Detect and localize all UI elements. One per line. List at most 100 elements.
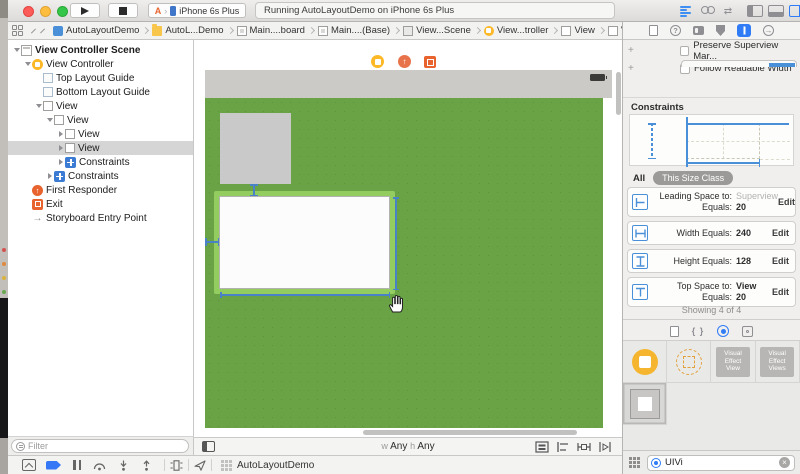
identity-inspector-tab[interactable] — [693, 26, 704, 35]
version-editor-button[interactable]: ⇄ — [718, 4, 737, 18]
canvas-vertical-scrollbar[interactable] — [616, 72, 621, 115]
outline-row[interactable]: Bottom Layout Guide — [8, 85, 193, 99]
stop-button[interactable] — [108, 3, 138, 18]
object-library-tab[interactable] — [717, 325, 729, 337]
constraint-vertical-spacing-marker[interactable] — [253, 184, 255, 196]
edit-button[interactable]: Edit — [772, 228, 789, 238]
pin-button[interactable] — [577, 441, 591, 453]
breadcrumb-item[interactable]: AutoLayoutDemo — [53, 25, 139, 36]
constraint-card[interactable]: Top Space to:ViewEquals:20Edit — [627, 277, 796, 307]
disclosure-closed-icon[interactable] — [56, 159, 65, 165]
hide-debug-area-button[interactable] — [22, 459, 36, 471]
selected-white-view[interactable] — [219, 196, 390, 289]
breadcrumb-item[interactable]: Main....(Base) — [318, 25, 390, 36]
media-library-tab[interactable] — [742, 326, 753, 337]
constraint-card[interactable]: Width Equals:240Edit — [627, 221, 796, 245]
scene-dock-view-controller-icon[interactable] — [371, 55, 384, 68]
constraint-card[interactable]: Height Equals:128Edit — [627, 249, 796, 273]
attributes-inspector-tab[interactable] — [716, 25, 725, 36]
selected-view-highlight[interactable] — [214, 191, 395, 294]
library-item-object-placeholder[interactable] — [667, 341, 711, 383]
scene-dock-exit-icon[interactable] — [424, 56, 436, 68]
breadcrumb-item[interactable]: View — [608, 25, 622, 36]
library-search-field[interactable]: × — [647, 455, 795, 471]
constraint-leading-marker[interactable] — [205, 241, 219, 243]
library-search-input[interactable] — [665, 457, 779, 468]
scene-dock-first-responder-icon[interactable]: ↑ — [398, 55, 411, 68]
interface-builder-canvas[interactable]: ↑ — [194, 40, 622, 437]
outline-row[interactable]: ↑First Responder — [8, 183, 193, 197]
toggle-utilities-button[interactable] — [787, 4, 800, 18]
zoom-window-button[interactable] — [57, 6, 68, 17]
outline-row[interactable]: View Controller Scene — [8, 43, 193, 57]
outline-filter-input[interactable] — [11, 439, 189, 453]
breadcrumb-item[interactable]: View — [561, 25, 594, 36]
outline-row[interactable]: →Storyboard Entry Point — [8, 211, 193, 225]
toggle-navigator-button[interactable] — [745, 4, 764, 18]
edit-button[interactable]: Edit — [772, 256, 789, 266]
view-controller-screen[interactable] — [205, 70, 612, 428]
disclosure-closed-icon[interactable] — [56, 131, 65, 137]
outline-row[interactable]: Exit — [8, 197, 193, 211]
close-window-button[interactable] — [23, 6, 34, 17]
outline-row[interactable]: Top Layout Guide — [8, 71, 193, 85]
debug-process-item[interactable]: AutoLayoutDemo — [221, 460, 314, 471]
standard-editor-button[interactable] — [676, 4, 695, 18]
edit-button[interactable]: Edit — [778, 197, 795, 207]
outline-row[interactable]: View Controller — [8, 57, 193, 71]
quick-help-inspector-tab[interactable]: ? — [670, 25, 681, 36]
breadcrumb-item[interactable]: View...troller — [484, 25, 549, 36]
constraint-width-marker[interactable] — [220, 294, 390, 296]
run-button[interactable] — [70, 3, 100, 18]
step-out-button[interactable] — [141, 460, 152, 471]
minimize-window-button[interactable] — [40, 6, 51, 17]
size-inspector-tab[interactable] — [737, 24, 751, 37]
library-item-visual-effect-views[interactable]: Visual Effect Views — [756, 341, 800, 383]
toggle-debug-area-button[interactable] — [766, 4, 785, 18]
library-item-visual-effect-view[interactable]: Visual Effect View — [711, 341, 755, 383]
embed-in-stack-button[interactable] — [535, 441, 549, 453]
step-into-button[interactable] — [118, 460, 129, 471]
edit-button[interactable]: Edit — [772, 287, 789, 297]
code-snippet-library-tab[interactable]: { } — [692, 326, 705, 336]
filter-this-size-class-button[interactable]: This Size Class — [653, 171, 733, 185]
disclosure-closed-icon[interactable] — [56, 145, 65, 151]
disclosure-open-icon[interactable] — [45, 118, 54, 122]
step-over-button[interactable] — [93, 460, 106, 471]
related-items-icon[interactable] — [12, 25, 23, 36]
disclosure-open-icon[interactable] — [34, 104, 43, 108]
preserve-superview-margins-checkbox[interactable] — [680, 46, 690, 56]
file-template-library-tab[interactable] — [670, 326, 679, 337]
outline-row[interactable]: Constraints — [8, 155, 193, 169]
breadcrumb-item[interactable]: Main....board — [237, 25, 305, 36]
breadcrumb-item[interactable]: View...Scene — [403, 25, 471, 36]
clear-search-icon[interactable]: × — [779, 457, 790, 468]
assistant-editor-button[interactable] — [697, 4, 716, 18]
root-view-green[interactable] — [205, 98, 603, 428]
outline-row[interactable]: View — [8, 141, 193, 155]
library-item-view-object[interactable] — [623, 383, 667, 425]
resolve-auto-layout-button[interactable] — [598, 441, 612, 453]
back-button[interactable] — [31, 28, 36, 33]
filter-all-button[interactable]: All — [633, 173, 645, 184]
constraint-card[interactable]: Leading Space to:SuperviewEquals:20Edit — [627, 187, 796, 217]
disclosure-closed-icon[interactable] — [45, 173, 54, 179]
outline-row[interactable]: View — [8, 99, 193, 113]
grid-view-icon[interactable] — [629, 457, 641, 468]
connections-inspector-tab[interactable]: → — [763, 25, 774, 36]
pause-button[interactable] — [73, 460, 81, 470]
file-inspector-tab[interactable] — [649, 25, 658, 36]
library-item-view-controller-object[interactable] — [623, 341, 667, 383]
simulate-location-button[interactable] — [194, 460, 206, 471]
disclosure-open-icon[interactable] — [23, 62, 32, 66]
outline-row[interactable]: View — [8, 113, 193, 127]
disclosure-open-icon[interactable] — [12, 48, 21, 52]
breadcrumb-item[interactable]: AutoL...Demo — [152, 25, 223, 36]
scheme-selector[interactable]: A › iPhone 6s Plus — [148, 3, 246, 18]
align-button[interactable] — [556, 441, 570, 453]
add-variation-button[interactable]: + — [628, 45, 638, 56]
outline-row[interactable]: Constraints — [8, 169, 193, 183]
constraint-height-marker[interactable] — [395, 197, 397, 290]
gray-subview[interactable] — [220, 113, 291, 184]
view-debugger-button[interactable] — [170, 460, 183, 471]
